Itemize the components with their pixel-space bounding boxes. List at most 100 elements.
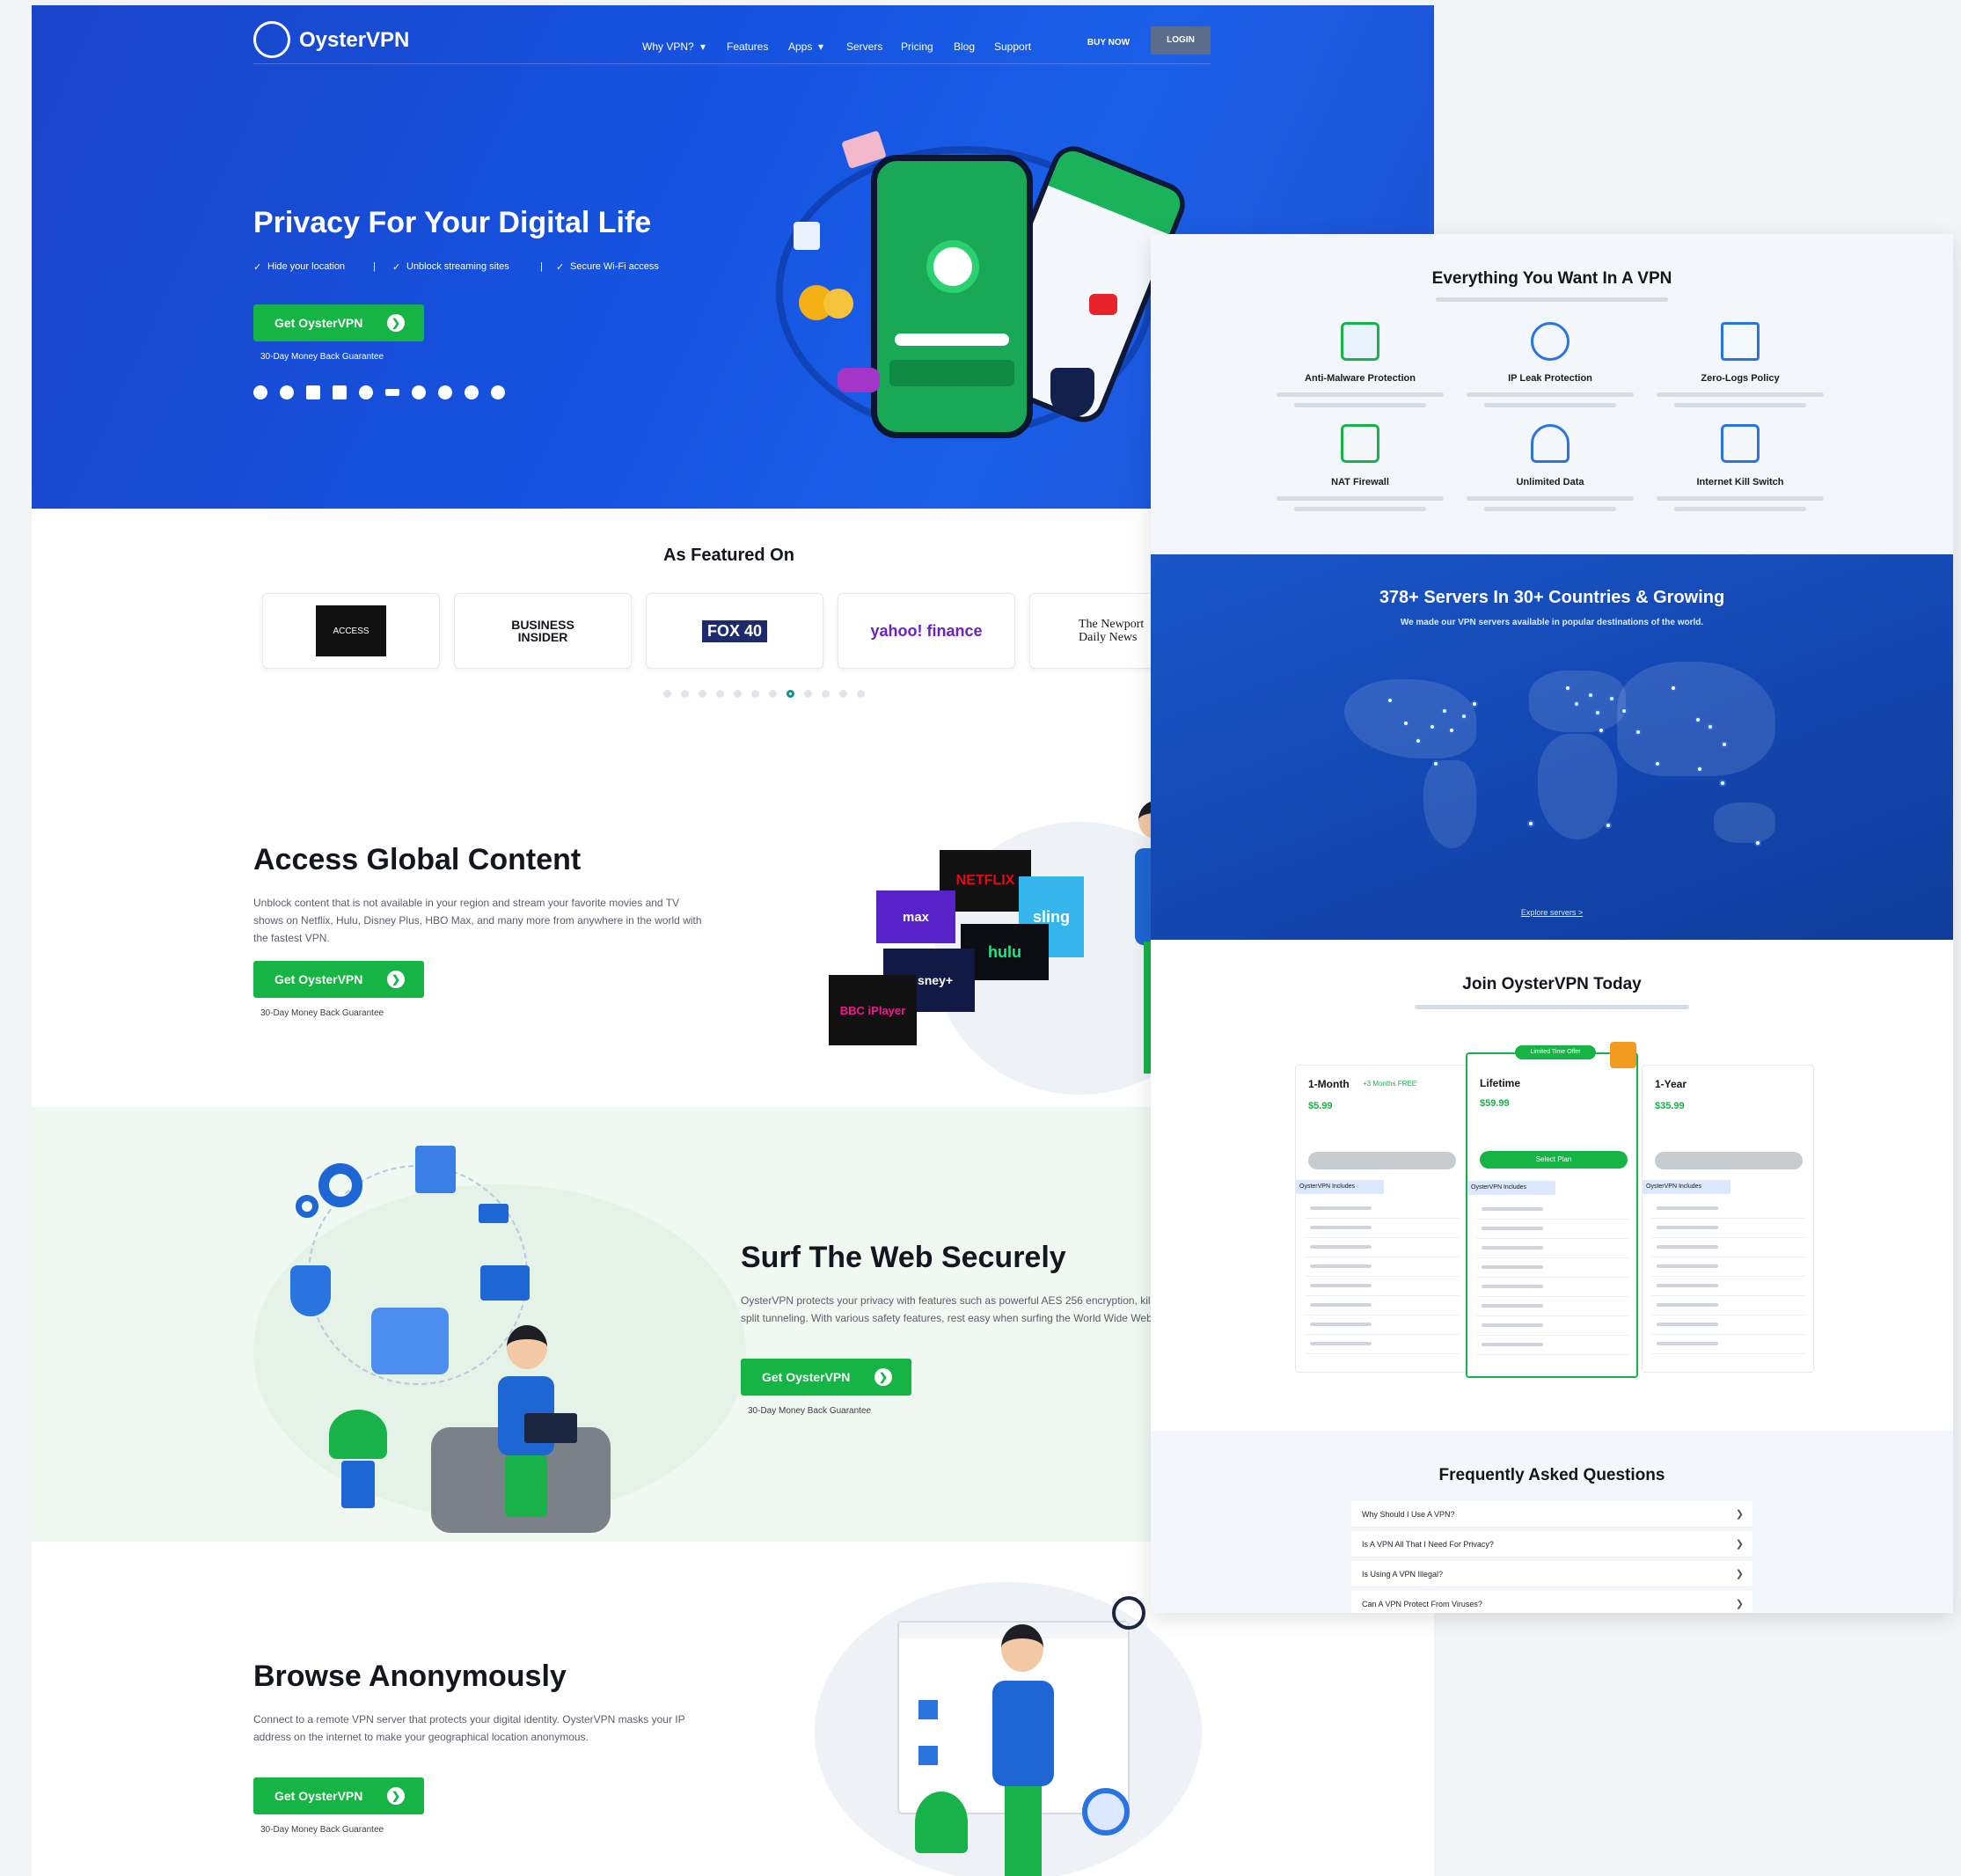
apple-icon[interactable] <box>253 385 267 399</box>
plan-card-1-year[interactable]: 1-Year $35.99 OysterVPN Includes <box>1642 1065 1814 1373</box>
servers-subtitle: We made our VPN servers available in pop… <box>1400 618 1704 627</box>
gear-icon <box>318 1163 362 1207</box>
desktop-icon[interactable] <box>333 385 347 399</box>
browse-get-oystervpn-button[interactable]: Get OysterVPN ❯ <box>253 1777 424 1814</box>
firefox-icon[interactable] <box>438 385 452 399</box>
map-pin-icon <box>1432 760 1439 767</box>
nav-pricing[interactable]: Pricing <box>901 40 933 53</box>
feature-desc-line <box>1674 403 1806 407</box>
plan-feature-row <box>1651 1335 1806 1354</box>
feature-desc-line <box>1484 507 1616 511</box>
carousel-dot[interactable] <box>716 690 724 698</box>
plan-feature-row <box>1651 1199 1806 1219</box>
edge-icon[interactable] <box>491 385 505 399</box>
logo-yahoo-finance[interactable]: yahoo! finance <box>838 593 1015 669</box>
chevron-right-icon: ❯ <box>1735 1539 1744 1550</box>
bbc-iplayer-tile: BBC iPlayer <box>829 975 917 1045</box>
plan-feature-row <box>1651 1296 1806 1315</box>
hero-check-3: Secure Wi-Fi access <box>570 261 659 272</box>
plan-feature-row <box>1305 1315 1460 1335</box>
carousel-dot[interactable] <box>663 690 671 698</box>
chrome-icon[interactable] <box>412 385 426 399</box>
fox40-logo: FOX 40 <box>701 619 768 642</box>
check-icon: ✓ <box>556 262 565 273</box>
faq-item[interactable]: Why Should I Use A VPN? ❯ <box>1351 1501 1752 1528</box>
nav-features[interactable]: Features <box>727 40 768 53</box>
plan-feature-row <box>1476 1200 1631 1220</box>
router-icon[interactable] <box>385 389 399 396</box>
map-pin-icon <box>1402 720 1409 727</box>
plan-feature-row <box>1305 1199 1460 1219</box>
faq-item[interactable]: Can A VPN Protect From Viruses? ❯ <box>1351 1591 1752 1613</box>
featured-title: As Featured On <box>663 546 794 565</box>
nav-blog[interactable]: Blog <box>954 40 975 53</box>
laptop-icon <box>524 1413 577 1443</box>
plan-card-1-month[interactable]: 1-Month +3 Months FREE $5.99 OysterVPN I… <box>1295 1065 1467 1373</box>
linux-icon[interactable] <box>359 385 373 399</box>
feature-unlimited-data: Unlimited Data <box>1516 477 1584 487</box>
oyster-logo-icon[interactable] <box>253 21 290 58</box>
map-pin-icon <box>1448 727 1455 734</box>
person-legs <box>1005 1786 1042 1876</box>
plan-card-lifetime[interactable]: Limited Time Offer Lifetime $59.99 Selec… <box>1466 1042 1638 1378</box>
plan-feature-row <box>1476 1336 1631 1355</box>
feature-desc-line <box>1467 496 1634 501</box>
plant-pot <box>341 1461 375 1508</box>
map-pin-icon <box>1696 766 1703 773</box>
explore-servers-link[interactable]: Explore servers > <box>1151 908 1953 917</box>
carousel-dot[interactable] <box>699 690 706 698</box>
target-icon <box>1082 1788 1130 1836</box>
brand-name[interactable]: OysterVPN <box>299 28 409 53</box>
login-button[interactable]: LOGIN <box>1151 26 1211 55</box>
carousel-dot[interactable] <box>734 690 742 698</box>
document-x-icon <box>1721 322 1760 361</box>
faq-item[interactable]: Is A VPN All That I Need For Privacy? ❯ <box>1351 1531 1752 1557</box>
map-pin-icon <box>1564 685 1571 692</box>
map-pin-icon <box>1460 713 1467 720</box>
map-south-america <box>1423 760 1476 848</box>
carousel-dot-active[interactable] <box>787 690 794 698</box>
select-plan-button[interactable] <box>1308 1152 1456 1169</box>
location-pill <box>895 333 1009 346</box>
nav-servers[interactable]: Servers <box>846 40 882 53</box>
kill-switch-icon <box>1721 424 1760 463</box>
feature-ip-leak: IP Leak Protection <box>1508 373 1592 384</box>
plan-price: $35.99 <box>1655 1101 1685 1111</box>
map-pin-icon <box>1429 723 1436 730</box>
carousel-dot[interactable] <box>769 690 777 698</box>
plan-feature-row <box>1476 1297 1631 1316</box>
magnifier-icon <box>1112 1596 1145 1630</box>
logo-access[interactable]: ACCESS <box>262 593 440 669</box>
logo-fox40[interactable]: FOX 40 <box>646 593 823 669</box>
carousel-dot[interactable] <box>839 690 847 698</box>
carousel-dot[interactable] <box>857 690 865 698</box>
nav-apps[interactable]: Apps <box>788 40 812 53</box>
carousel-dot[interactable] <box>681 690 689 698</box>
hero-get-oystervpn-button[interactable]: Get OysterVPN ❯ <box>253 304 424 341</box>
carousel-dot[interactable] <box>804 690 812 698</box>
features-pricing-panel: Everything You Want In A VPN Anti-Malwar… <box>1151 234 1953 1613</box>
buy-now-button[interactable]: BUY NOW <box>1075 32 1142 55</box>
gamepad-icon <box>838 368 880 392</box>
carousel-dot[interactable] <box>822 690 830 698</box>
hero-title: Privacy For Your Digital Life <box>253 206 652 239</box>
nav-why-vpn[interactable]: Why VPN? <box>642 40 694 53</box>
logo-business-insider[interactable]: BUSINESS INSIDER <box>454 593 632 669</box>
feature-desc-line <box>1277 392 1444 397</box>
nav-support[interactable]: Support <box>994 40 1031 53</box>
select-plan-button[interactable] <box>1655 1152 1803 1169</box>
chevron-right-icon: ❯ <box>1735 1569 1744 1579</box>
windows-icon[interactable] <box>306 385 320 399</box>
document-icon <box>794 222 820 250</box>
faq-item[interactable]: Is Using A VPN Illegal? ❯ <box>1351 1561 1752 1587</box>
android-icon[interactable] <box>280 385 294 399</box>
feature-desc-line <box>1294 507 1426 511</box>
id-card-icon <box>371 1308 449 1374</box>
servers-title: 378+ Servers In 30+ Countries & Growing <box>1379 588 1725 607</box>
access-get-oystervpn-button[interactable]: Get OysterVPN ❯ <box>253 961 424 998</box>
select-plan-button[interactable]: Select Plan <box>1480 1151 1628 1169</box>
carousel-dot[interactable] <box>751 690 759 698</box>
surf-get-oystervpn-button[interactable]: Get OysterVPN ❯ <box>741 1359 911 1396</box>
kodi-icon[interactable] <box>465 385 479 399</box>
plant-illustration <box>915 1792 968 1853</box>
